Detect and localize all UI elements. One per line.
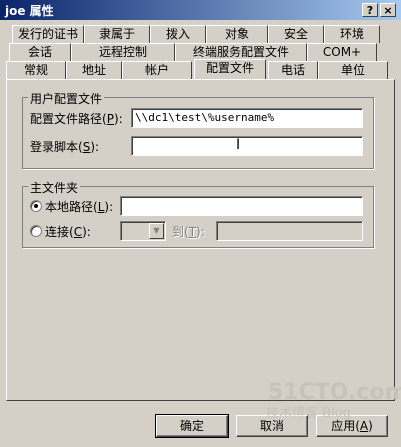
local-path-radio[interactable] [30, 200, 42, 212]
connect-label[interactable]: 连接(C): [45, 223, 91, 240]
watermark-text: 技术博客 Blog [266, 406, 351, 421]
tab-remote-control[interactable]: 远程控制 [71, 43, 175, 61]
local-path-input[interactable] [120, 196, 363, 216]
logon-script-input[interactable] [131, 136, 363, 156]
tab-certificates[interactable]: 发行的证书 [12, 25, 84, 43]
window-title: joe 属性 [5, 4, 54, 18]
to-label: 到(T): [172, 225, 205, 239]
tab-com-plus[interactable]: COM+ [307, 43, 377, 61]
connect-to-input [216, 221, 363, 241]
profile-path-label: 配置文件路径(P): [30, 112, 123, 126]
tab-dial-in[interactable]: 拨入 [150, 25, 206, 43]
title-bar[interactable]: joe 属性 ? × [0, 0, 401, 20]
tab-member-of[interactable]: 隶属于 [84, 25, 150, 43]
tab-object[interactable]: 对象 [206, 25, 268, 43]
profile-path-input[interactable]: \\dc1\test\%username% [131, 108, 363, 128]
close-button[interactable]: × [380, 3, 396, 17]
radio-dot-icon [34, 204, 38, 208]
tab-profile[interactable]: 配置文件 [194, 59, 266, 79]
tab-organization[interactable]: 单位 [318, 61, 388, 79]
logon-script-label: 登录脚本(S): [30, 140, 100, 154]
tab-general[interactable]: 常规 [6, 61, 66, 79]
home-folder-legend: 主文件夹 [28, 179, 81, 196]
tab-sessions[interactable]: 会话 [9, 43, 71, 61]
text-cursor-icon: I [236, 137, 241, 153]
tab-security[interactable]: 安全 [268, 25, 324, 43]
user-profile-legend: 用户配置文件 [28, 90, 105, 107]
tab-account[interactable]: 帐户 [122, 61, 192, 79]
chevron-down-icon[interactable]: ▼ [149, 223, 164, 239]
ok-button[interactable]: 确定 [155, 414, 229, 438]
tab-telephones[interactable]: 电话 [268, 61, 318, 79]
tab-address[interactable]: 地址 [66, 61, 122, 79]
help-button[interactable]: ? [362, 3, 378, 17]
connect-radio[interactable] [30, 225, 42, 237]
tab-environment[interactable]: 环境 [324, 25, 380, 43]
local-path-label[interactable]: 本地路径(L): [45, 198, 113, 215]
